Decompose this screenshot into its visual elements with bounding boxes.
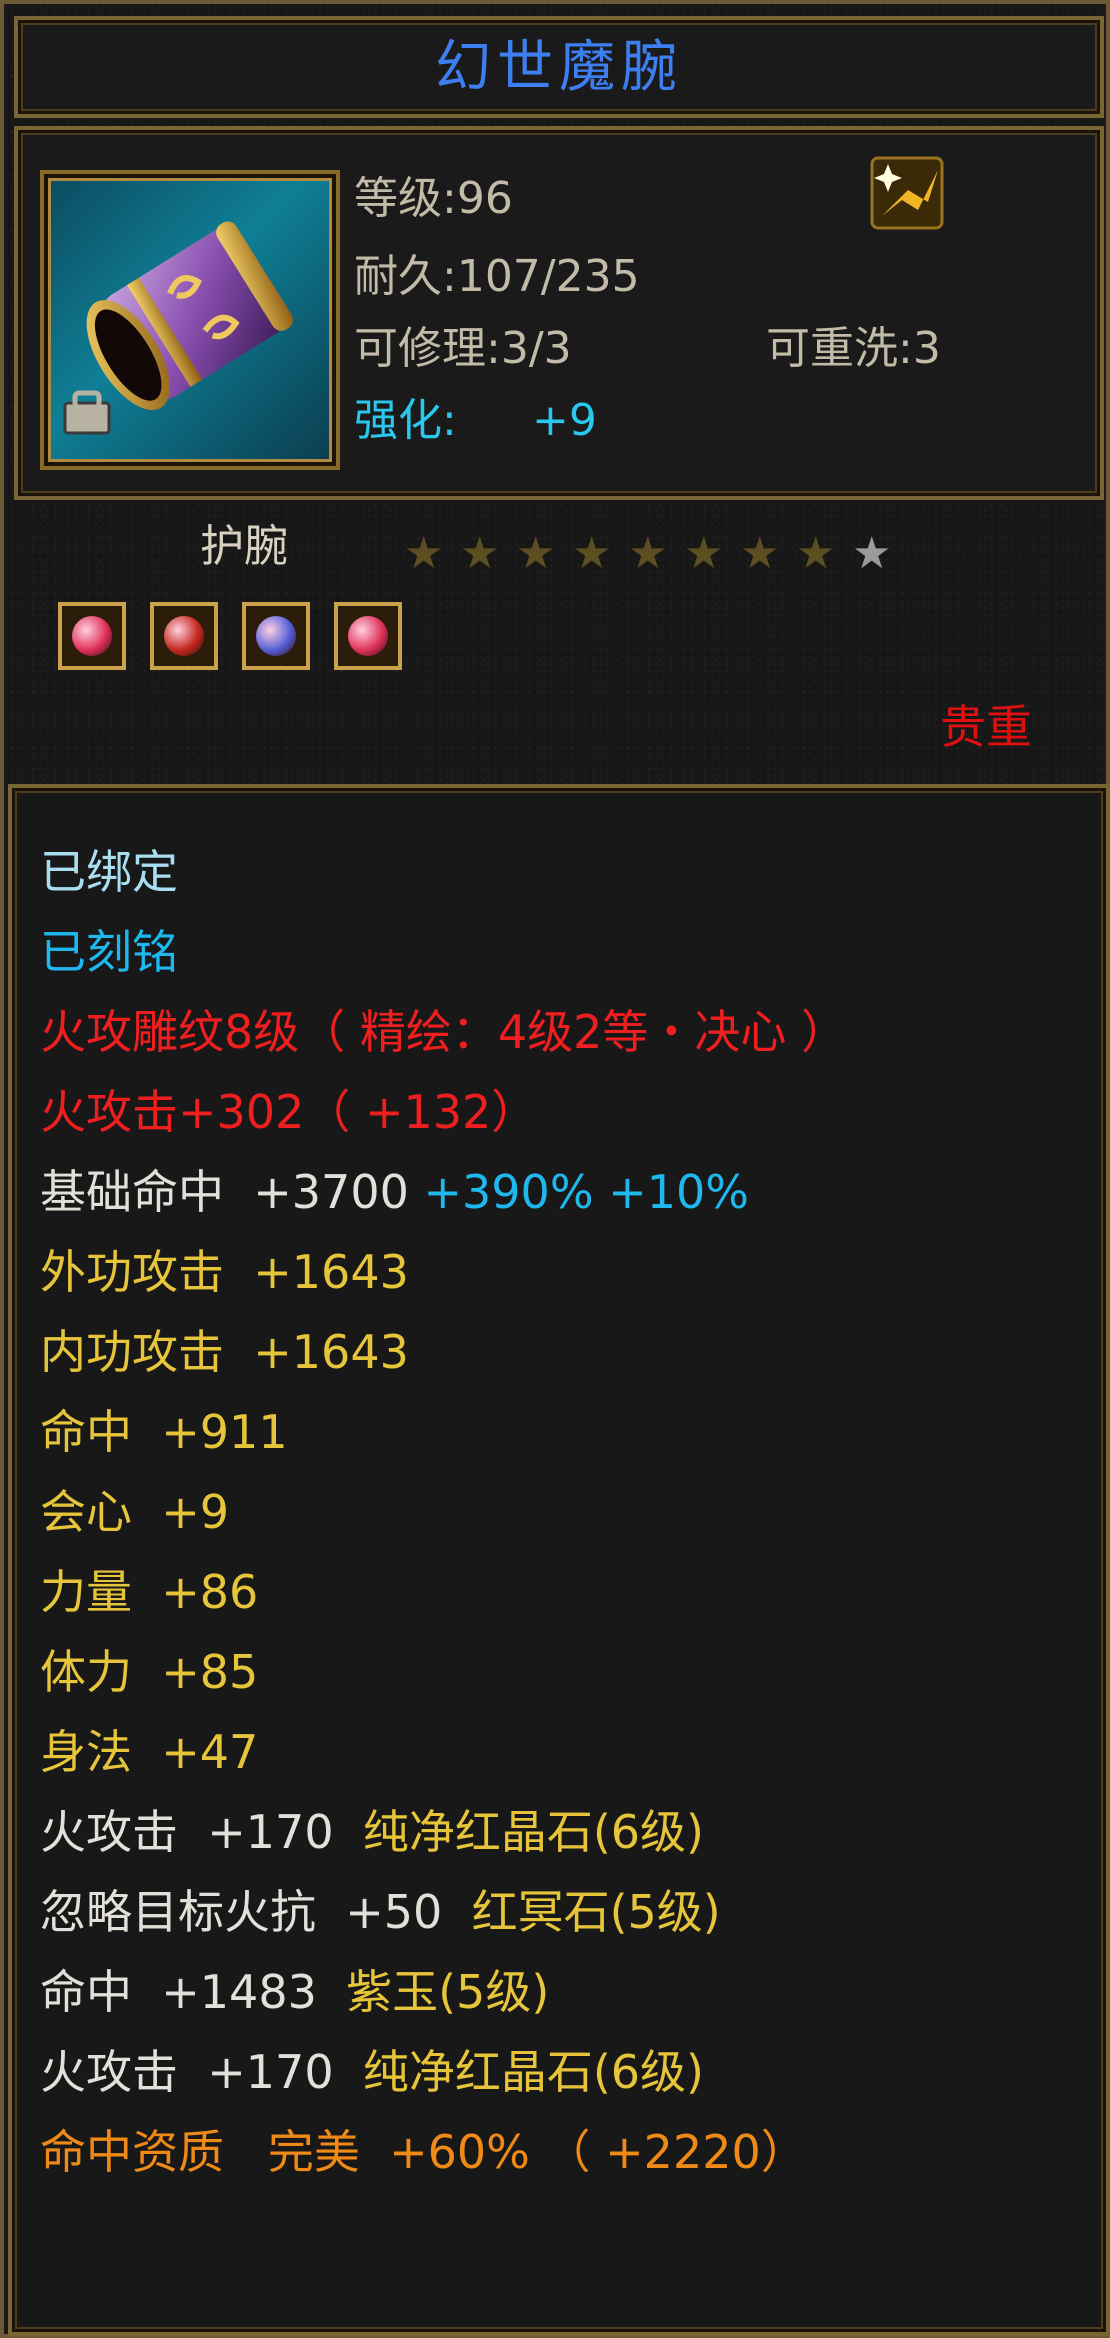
star-icon: ★ <box>516 528 556 579</box>
base-hit-line: 基础命中 +3700 +390% +10% <box>40 1166 749 1218</box>
gem-bonus-stat: 火攻击 +170 <box>40 2045 363 2099</box>
attribute-line: 身法 +47 <box>40 1725 259 1779</box>
star-icon: ★ <box>460 528 500 579</box>
gem-bonus-name: 红冥石(5级) <box>471 1885 721 1939</box>
enhance-value: +9 <box>532 395 597 446</box>
gem-bonus-stat: 忽略目标火抗 +50 <box>40 1885 472 1939</box>
star-icon: ★ <box>796 528 836 579</box>
rarity-label: 贵重 <box>940 700 1032 754</box>
bound-status: 已绑定 <box>40 845 178 899</box>
star-icon: ★ <box>572 528 612 579</box>
star-icon: ★ <box>740 528 780 579</box>
gem-socket[interactable] <box>242 602 310 670</box>
attribute-line: 外功攻击 +1643 <box>40 1245 409 1299</box>
info-section: 等级:96 耐久:107/235 可修理:3/3 可重洗:3 强化: +9 <box>14 126 1104 500</box>
title-bar: 幻世魔腕 <box>14 16 1104 118</box>
item-type: 护腕 <box>200 521 288 572</box>
durability-stat: 耐久:107/235 <box>354 251 640 302</box>
gem-icon <box>72 616 112 656</box>
gem-socket[interactable] <box>150 602 218 670</box>
gem-bonus-name: 纯净红晶石(6级) <box>362 1805 705 1859</box>
enhance-label: 强化: <box>354 395 457 446</box>
carving-line: 火攻雕纹8级（ 精绘：4级2等・决心 ） <box>40 1005 848 1059</box>
rewash-stat: 可重洗:3 <box>766 323 941 374</box>
attribute-line: 命中 +911 <box>40 1405 288 1459</box>
attribute-line: 内功攻击 +1643 <box>40 1325 409 1379</box>
attribute-line: 体力 +85 <box>40 1645 259 1699</box>
engraved-status: 已刻铭 <box>40 925 178 979</box>
repairable-stat: 可修理:3/3 <box>354 323 572 374</box>
gem-icon <box>348 616 388 656</box>
sparkle-badge-icon <box>870 156 944 230</box>
level-stat: 等级:96 <box>354 173 513 224</box>
gem-bonus-name: 紫玉(5级) <box>346 1965 550 2019</box>
fire-attack-line: 火攻击+302（ +132） <box>40 1085 538 1139</box>
gem-bonus-line: 忽略目标火抗 +50 红冥石(5级) <box>40 1886 721 1938</box>
gem-icon <box>164 616 204 656</box>
item-icon-frame <box>40 170 340 470</box>
star-icon: ★ <box>404 528 444 579</box>
gem-bonus-line: 命中 +1483 紫玉(5级) <box>40 1966 549 2018</box>
base-hit-bonus: +390% +10% <box>423 1165 749 1219</box>
attribute-line: 力量 +86 <box>40 1565 259 1619</box>
gem-bonus-name: 纯净红晶石(6级) <box>362 2045 705 2099</box>
gem-socket[interactable] <box>58 602 126 670</box>
gem-bonus-stat: 火攻击 +170 <box>40 1805 363 1859</box>
item-name: 幻世魔腕 <box>435 35 683 100</box>
attribute-line: 会心 +9 <box>40 1485 230 1539</box>
gem-bonus-line: 火攻击 +170 纯净红晶石(6级) <box>40 1806 704 1858</box>
gem-bonus-stat: 命中 +1483 <box>40 1965 347 2019</box>
aptitude-line: 命中资质 完美 +60% （ +2220） <box>40 2125 807 2179</box>
star-icon: ★ <box>628 528 668 579</box>
gem-bonus-line: 火攻击 +170 纯净红晶石(6级) <box>40 2046 704 2098</box>
star-icon: ★ <box>684 528 724 579</box>
bracer-icon <box>63 221 293 435</box>
base-hit-label: 基础命中 +3700 <box>40 1165 409 1219</box>
gem-icon <box>256 616 296 656</box>
star-icon: ★ <box>852 528 892 579</box>
item-tooltip: 幻世魔腕 等级:96 耐久:107/235 可修理:3/3 可重洗:3 强化: … <box>0 0 1110 2338</box>
gem-socket[interactable] <box>334 602 402 670</box>
